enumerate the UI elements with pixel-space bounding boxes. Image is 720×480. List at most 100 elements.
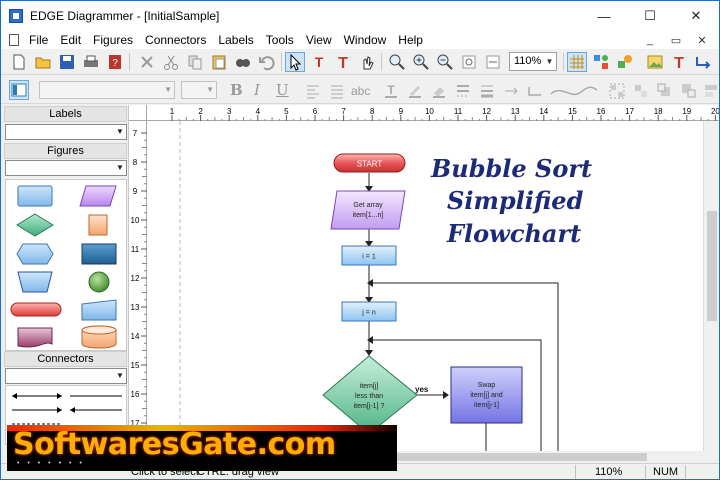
diagram-canvas[interactable]: START Get array item[1...n] i = 1 j = n (147, 121, 703, 451)
menu-file[interactable]: File (23, 31, 54, 49)
swap-line1: Swap (478, 382, 496, 389)
figure-diamond[interactable] (16, 213, 54, 237)
i-assign-process[interactable]: i = 1 (341, 245, 397, 266)
figure-shaded-rectangle[interactable] (81, 243, 117, 265)
menu-edit[interactable]: Edit (54, 31, 87, 49)
align-left-icon[interactable] (303, 81, 323, 101)
compare-decision[interactable]: item[j] less than item[j-1] ? (322, 355, 418, 435)
font-size-select[interactable]: ▼ (181, 81, 217, 99)
bold-icon[interactable]: B (230, 81, 243, 99)
curve-line-icon[interactable] (549, 81, 599, 101)
menu-view[interactable]: View (300, 31, 338, 49)
ruler-top-label: 17 (625, 107, 634, 116)
zoom-icon[interactable] (387, 52, 407, 72)
delete-icon[interactable] (137, 52, 157, 72)
text-style-icon[interactable]: T (669, 52, 689, 72)
text-label-icon[interactable]: abc (351, 84, 370, 98)
hand-tool-icon[interactable] (357, 52, 377, 72)
copy-icon[interactable] (185, 52, 205, 72)
doc-minimize-button[interactable]: _ (637, 34, 663, 46)
labels-select[interactable]: ▼ (5, 124, 127, 140)
menu-connectors[interactable]: Connectors (139, 31, 212, 49)
ungroup-icon[interactable] (631, 81, 651, 101)
help-book-icon[interactable]: ? (105, 52, 125, 72)
vertical-scroll-thumb[interactable] (707, 211, 717, 321)
align-objects-icon[interactable] (701, 81, 719, 101)
line-width-icon[interactable] (477, 81, 497, 101)
auto-arrange-icon[interactable] (591, 52, 611, 72)
undo-icon[interactable] (257, 52, 277, 72)
connector-tool-icon[interactable] (693, 52, 713, 72)
line-style-icon[interactable] (453, 81, 473, 101)
horizontal-scroll-thumb[interactable] (367, 453, 647, 461)
j-assign-process[interactable]: j = n (341, 301, 397, 322)
shapes-library-icon[interactable] (615, 52, 635, 72)
connector-arrow-left[interactable] (70, 407, 122, 413)
chevron-down-icon: ▼ (545, 57, 554, 66)
align-justify-icon[interactable] (327, 81, 347, 101)
zoom-page-icon[interactable] (459, 52, 479, 72)
bring-front-icon[interactable] (655, 81, 675, 101)
panel-toggle-icon[interactable] (9, 80, 29, 100)
zoom-level-select[interactable]: 110% ▼ (509, 52, 557, 71)
figure-hexagon[interactable] (16, 243, 54, 265)
image-tool-icon[interactable] (645, 52, 665, 72)
fill-color-icon[interactable] (429, 81, 449, 101)
get-array-io[interactable]: Get array item[1...n] (330, 190, 406, 230)
figures-panel-header[interactable]: Figures (4, 143, 127, 159)
grid-icon[interactable] (567, 52, 587, 72)
save-icon[interactable] (57, 52, 77, 72)
menu-figures[interactable]: Figures (87, 31, 139, 49)
figure-document[interactable] (17, 327, 53, 348)
vertical-scrollbar[interactable] (703, 121, 719, 451)
menu-help[interactable]: Help (392, 31, 429, 49)
font-name-select[interactable]: ▼ (39, 81, 175, 99)
italic-icon[interactable]: I (254, 81, 260, 99)
zoom-out-icon[interactable] (435, 52, 455, 72)
figure-parallelogram[interactable] (79, 185, 117, 207)
connector-arrow-right[interactable] (12, 407, 62, 413)
labels-panel-header[interactable]: Labels (4, 106, 127, 122)
menu-window[interactable]: Window (338, 31, 393, 49)
figure-manual-input[interactable] (81, 299, 117, 321)
doc-restore-button[interactable]: ▭ (663, 34, 689, 47)
figure-trapezoid[interactable] (17, 271, 53, 293)
cut-icon[interactable] (161, 52, 181, 72)
menu-labels[interactable]: Labels (212, 31, 259, 49)
main-toolbar: ? T T 110% ▼ T (1, 49, 719, 75)
document-icon[interactable] (9, 34, 19, 46)
connectors-select[interactable]: ▼ (5, 368, 127, 384)
group-icon[interactable] (607, 81, 627, 101)
menu-tools[interactable]: Tools (260, 31, 300, 49)
text-color-icon[interactable]: T (381, 81, 401, 101)
swap-process[interactable]: Swap item[j] and item[j-1] (450, 366, 523, 424)
line-color-icon[interactable] (405, 81, 425, 101)
minimize-button[interactable]: — (581, 1, 627, 31)
figure-square[interactable] (88, 214, 108, 236)
figure-circle[interactable] (88, 271, 110, 293)
text-pointer-icon[interactable]: T (309, 52, 329, 72)
text-tool-icon[interactable]: T (333, 52, 353, 72)
figures-select[interactable]: ▼ (5, 160, 127, 176)
connectors-panel-header[interactable]: Connectors (4, 351, 127, 367)
open-folder-icon[interactable] (33, 52, 53, 72)
select-pointer-icon[interactable] (285, 52, 305, 72)
figure-rectangle[interactable] (17, 185, 53, 207)
print-icon[interactable] (81, 52, 101, 72)
figure-terminator[interactable] (10, 302, 62, 317)
send-back-icon[interactable] (679, 81, 699, 101)
connector-route-icon[interactable] (525, 81, 545, 101)
maximize-button[interactable]: ☐ (627, 1, 673, 31)
doc-close-button[interactable]: ✕ (689, 34, 715, 47)
find-icon[interactable] (233, 52, 253, 72)
connector-arrow-both[interactable] (12, 393, 62, 399)
underline-icon[interactable]: U (276, 81, 289, 99)
line-ends-icon[interactable] (501, 81, 521, 101)
new-file-icon[interactable] (9, 52, 29, 72)
diagram-title[interactable]: Bubble Sort Simplified Flowchart (430, 154, 592, 248)
zoom-fit-icon[interactable] (483, 52, 503, 72)
close-button[interactable]: ✕ (673, 1, 719, 31)
start-terminator[interactable]: START (333, 153, 406, 173)
zoom-in-icon[interactable] (411, 52, 431, 72)
paste-icon[interactable] (209, 52, 229, 72)
